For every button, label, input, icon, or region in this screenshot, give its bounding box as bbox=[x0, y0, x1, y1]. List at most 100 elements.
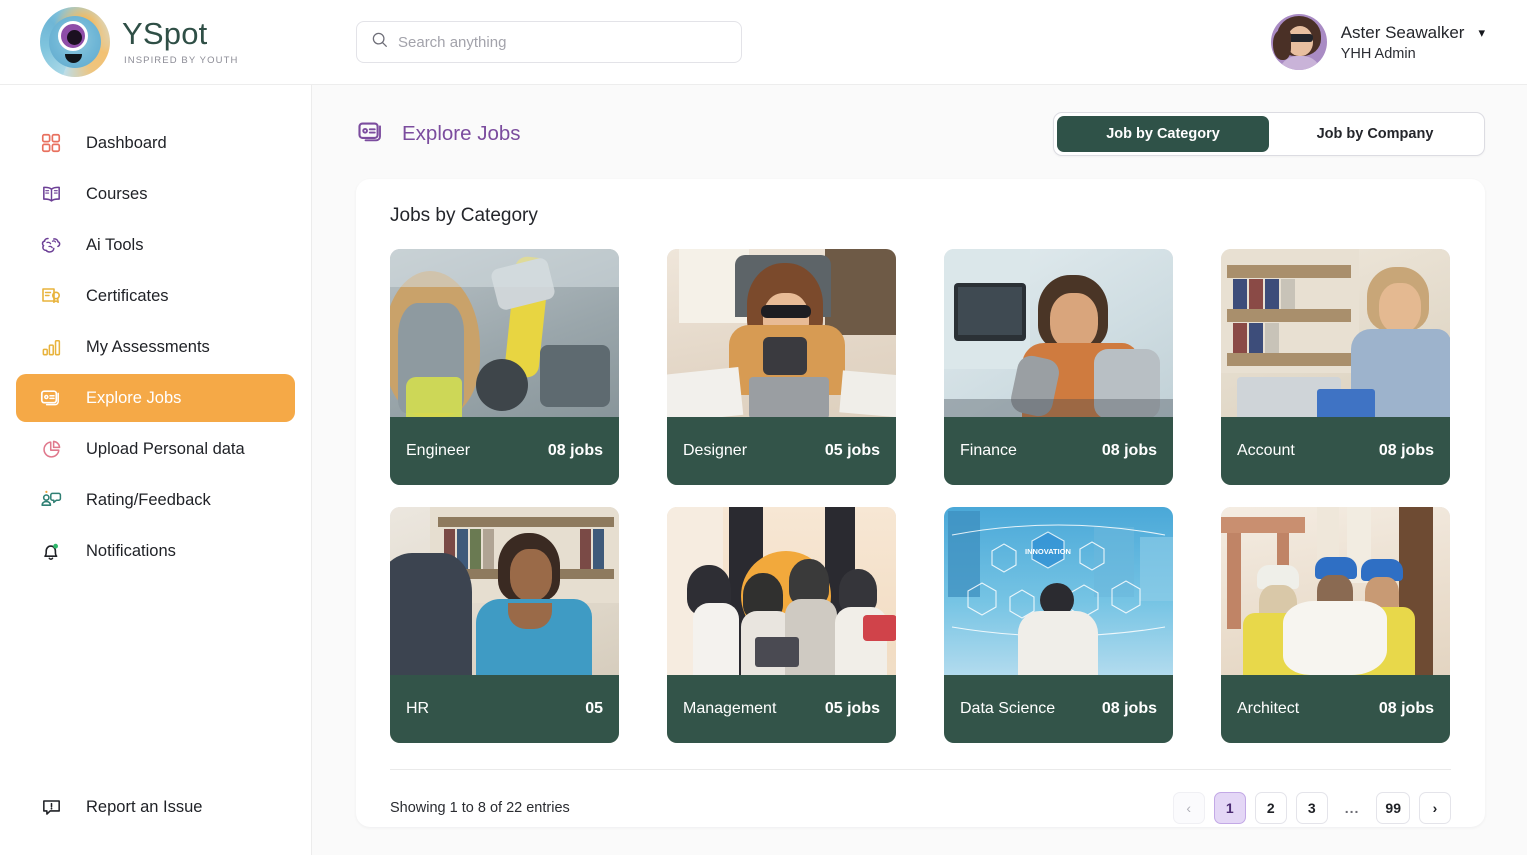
job-category-card[interactable]: Finance 08 jobs bbox=[944, 249, 1173, 485]
sidebar-item-label: Upload Personal data bbox=[86, 440, 245, 459]
pagination-page-3[interactable]: 3 bbox=[1296, 792, 1328, 824]
job-category-count: 05 bbox=[585, 700, 603, 718]
sidebar-item-label: Courses bbox=[86, 185, 147, 204]
job-category-card[interactable]: HR 05 bbox=[390, 507, 619, 743]
search-input[interactable] bbox=[398, 34, 727, 51]
pagination-prev[interactable]: ‹ bbox=[1173, 792, 1205, 824]
pagination-next[interactable]: › bbox=[1419, 792, 1451, 824]
job-category-count: 05 jobs bbox=[825, 700, 880, 718]
sidebar-nav: Dashboard Courses bbox=[0, 119, 311, 575]
feedback-icon bbox=[38, 487, 64, 513]
sidebar-item-certificates[interactable]: Certificates bbox=[16, 272, 295, 320]
certificate-icon bbox=[38, 283, 64, 309]
job-category-name: HR bbox=[406, 700, 429, 718]
app-root: YSpot INSPIRED BY YOUTH bbox=[0, 0, 1527, 855]
job-category-name: Management bbox=[683, 700, 776, 718]
sidebar-item-dashboard[interactable]: Dashboard bbox=[16, 119, 295, 167]
jobs-panel: Jobs by Category bbox=[356, 179, 1485, 827]
job-category-card[interactable]: Architect 08 jobs bbox=[1221, 507, 1450, 743]
body-area: Dashboard Courses bbox=[0, 85, 1527, 855]
sidebar-item-explore-jobs[interactable]: Explore Jobs bbox=[16, 374, 295, 422]
sidebar-item-label: Notifications bbox=[86, 542, 176, 561]
job-view-toggle: Job by Category Job by Company bbox=[1053, 112, 1485, 156]
search-box[interactable] bbox=[356, 21, 742, 63]
job-category-bar: Architect 08 jobs bbox=[1221, 675, 1450, 743]
page-title-group: Explore Jobs bbox=[356, 117, 521, 152]
sidebar-item-notifications[interactable]: Notifications bbox=[16, 527, 295, 575]
job-category-count: 08 jobs bbox=[1102, 700, 1157, 718]
sidebar-item-ai-tools[interactable]: Ai Tools bbox=[16, 221, 295, 269]
sidebar-item-courses[interactable]: Courses bbox=[16, 170, 295, 218]
user-name: Aster Seawalker bbox=[1341, 23, 1465, 43]
job-category-name: Data Science bbox=[960, 700, 1055, 718]
sidebar-item-upload-personal-data[interactable]: Upload Personal data bbox=[16, 425, 295, 473]
job-category-bar: Finance 08 jobs bbox=[944, 417, 1173, 485]
panel-title: Jobs by Category bbox=[390, 205, 1451, 227]
job-category-card[interactable]: Designer 05 jobs bbox=[667, 249, 896, 485]
report-issue-icon bbox=[38, 794, 64, 820]
sidebar-bottom: Report an Issue bbox=[0, 783, 311, 855]
job-category-card[interactable]: Management 05 jobs bbox=[667, 507, 896, 743]
job-category-bar: Account 08 jobs bbox=[1221, 417, 1450, 485]
sidebar-item-label: Report an Issue bbox=[86, 798, 202, 817]
brand-tagline: INSPIRED BY YOUTH bbox=[124, 56, 238, 66]
top-bar: YSpot INSPIRED BY YOUTH bbox=[0, 0, 1527, 85]
job-card-icon bbox=[356, 117, 386, 152]
job-category-card[interactable]: Engineer 08 jobs bbox=[390, 249, 619, 485]
entries-summary: Showing 1 to 8 of 22 entries bbox=[390, 800, 570, 816]
pagination: ‹ 1 2 3 ... 99 › bbox=[1173, 792, 1451, 824]
brand-logo[interactable]: YSpot INSPIRED BY YOUTH bbox=[0, 7, 312, 77]
eye-logo-icon bbox=[40, 7, 110, 77]
brain-icon bbox=[38, 232, 64, 258]
search-icon bbox=[371, 31, 388, 53]
search-container bbox=[356, 21, 742, 63]
avatar bbox=[1271, 14, 1327, 70]
svg-text:INNOVATION: INNOVATION bbox=[1025, 547, 1071, 556]
grid-icon bbox=[38, 130, 64, 156]
tab-job-by-company[interactable]: Job by Company bbox=[1269, 116, 1481, 152]
sidebar-item-label: My Assessments bbox=[86, 338, 210, 357]
sidebar-item-label: Dashboard bbox=[86, 134, 167, 153]
sidebar-item-my-assessments[interactable]: My Assessments bbox=[16, 323, 295, 371]
job-category-count: 08 jobs bbox=[1102, 442, 1157, 460]
book-icon bbox=[38, 181, 64, 207]
job-category-name: Account bbox=[1237, 442, 1295, 460]
job-category-bar: Engineer 08 jobs bbox=[390, 417, 619, 485]
sidebar-item-label: Ai Tools bbox=[86, 236, 143, 255]
pagination-ellipsis: ... bbox=[1337, 792, 1368, 824]
job-category-count: 08 jobs bbox=[1379, 700, 1434, 718]
job-category-bar: HR 05 bbox=[390, 675, 619, 743]
pagination-page-2[interactable]: 2 bbox=[1255, 792, 1287, 824]
job-category-bar: Designer 05 jobs bbox=[667, 417, 896, 485]
job-category-count: 08 jobs bbox=[1379, 442, 1434, 460]
job-category-bar: Data Science 08 jobs bbox=[944, 675, 1173, 743]
sidebar-item-label: Certificates bbox=[86, 287, 169, 306]
pagination-page-1[interactable]: 1 bbox=[1214, 792, 1246, 824]
brand-name: YSpot bbox=[122, 18, 238, 49]
job-category-grid: Engineer 08 jobs bbox=[390, 249, 1451, 743]
job-card-icon bbox=[38, 385, 64, 411]
user-menu[interactable]: Aster Seawalker ▾ YHH Admin bbox=[1271, 14, 1485, 70]
user-role: YHH Admin bbox=[1341, 46, 1485, 62]
job-category-bar: Management 05 jobs bbox=[667, 675, 896, 743]
chevron-down-icon[interactable]: ▾ bbox=[1478, 25, 1485, 41]
job-category-name: Architect bbox=[1237, 700, 1299, 718]
job-category-name: Engineer bbox=[406, 442, 470, 460]
sidebar-item-label: Explore Jobs bbox=[86, 389, 181, 408]
pie-chart-icon bbox=[38, 436, 64, 462]
sidebar-item-label: Rating/Feedback bbox=[86, 491, 211, 510]
bell-icon bbox=[38, 538, 64, 564]
job-category-card[interactable]: INNOVATION Data Science 08 jobs bbox=[944, 507, 1173, 743]
page-title: Explore Jobs bbox=[402, 122, 521, 146]
job-category-card[interactable]: Account 08 jobs bbox=[1221, 249, 1450, 485]
tab-job-by-category[interactable]: Job by Category bbox=[1057, 116, 1269, 152]
main-header: Explore Jobs Job by Category Job by Comp… bbox=[356, 111, 1485, 157]
pagination-page-99[interactable]: 99 bbox=[1376, 792, 1410, 824]
job-category-name: Finance bbox=[960, 442, 1017, 460]
job-category-count: 05 jobs bbox=[825, 442, 880, 460]
sidebar-item-rating-feedback[interactable]: Rating/Feedback bbox=[16, 476, 295, 524]
sidebar-item-report-an-issue[interactable]: Report an Issue bbox=[16, 783, 295, 831]
sidebar: Dashboard Courses bbox=[0, 85, 312, 855]
job-category-name: Designer bbox=[683, 442, 747, 460]
panel-footer: Showing 1 to 8 of 22 entries ‹ 1 2 3 ...… bbox=[390, 769, 1451, 824]
